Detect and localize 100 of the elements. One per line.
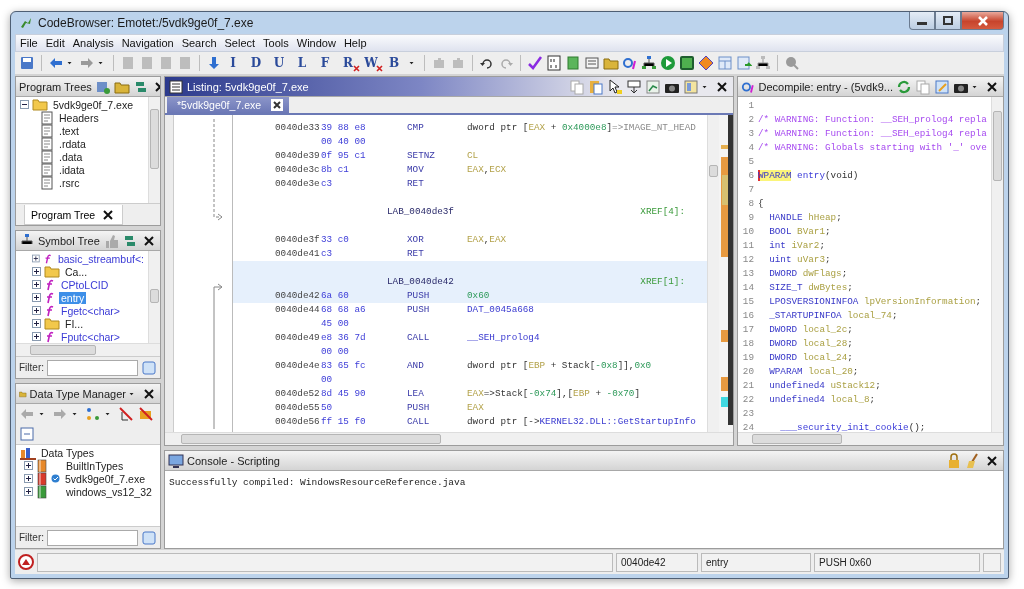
scrollbar[interactable] (148, 251, 160, 343)
filter-options-icon[interactable] (141, 529, 157, 546)
xref-text: XREF[4]: (640, 205, 685, 219)
close-button[interactable] (961, 12, 1004, 30)
tree-item[interactable]: .idata (57, 163, 87, 176)
monitor-icon[interactable] (168, 452, 184, 469)
document-icon (40, 149, 54, 164)
minimize-button[interactable] (909, 12, 935, 30)
menu-item[interactable]: Search (177, 37, 221, 49)
refresh-icon[interactable] (896, 78, 912, 95)
toolbar-letter-button[interactable]: U (271, 54, 291, 72)
tree-item[interactable]: 5vdk9ge0f_7.exe (63, 472, 147, 485)
line-number: 15 (741, 295, 755, 309)
scrollbar[interactable] (738, 432, 1003, 445)
menu-item[interactable]: Navigation (117, 37, 178, 49)
menu-item[interactable]: Window (292, 37, 340, 49)
filter-off-icon[interactable] (138, 406, 154, 422)
code-line: ___security_init_cookie(); (779, 421, 926, 435)
filter-field[interactable] (47, 529, 138, 546)
checkmark-icon[interactable] (527, 55, 543, 71)
tree-icon[interactable] (755, 55, 771, 71)
tree-item[interactable]: Ca... (63, 265, 90, 278)
code-line: undefined4 uStack12; (768, 379, 881, 393)
tree-item[interactable]: Data Types (39, 446, 96, 459)
menu-item[interactable]: Edit (41, 37, 69, 49)
scrollbar[interactable] (16, 343, 160, 356)
menu-item[interactable]: File (16, 37, 42, 49)
expand-icon[interactable] (24, 461, 33, 470)
expand-icon[interactable] (32, 293, 41, 302)
scrollbar[interactable] (991, 97, 1003, 432)
address-text: 0040de55 (275, 401, 321, 415)
toolbar-letter-button[interactable]: R (340, 54, 360, 72)
tree-item[interactable]: BuiltInTypes (64, 459, 126, 472)
maximize-button[interactable] (935, 12, 961, 30)
tree-item[interactable]: basic_streambuf<: (55, 252, 146, 265)
folder-icon[interactable] (603, 55, 619, 71)
tab[interactable]: Program Tree (24, 205, 124, 225)
tree-item[interactable]: Headers (57, 111, 101, 124)
graph-icon[interactable] (645, 78, 661, 95)
code-line: undefined4 local_8; (768, 393, 876, 407)
save-icon[interactable] (19, 55, 35, 71)
function-graph-icon[interactable] (622, 55, 638, 71)
play-icon[interactable] (660, 55, 676, 71)
tree-item[interactable]: .text (57, 124, 81, 137)
menu-item[interactable]: Analysis (68, 37, 118, 49)
tree-item[interactable]: Fputc<char> (59, 330, 122, 343)
document-icon[interactable] (565, 55, 581, 71)
operands-text: EAX,ECX (467, 163, 508, 177)
menu-item[interactable]: Help (339, 37, 371, 49)
listing-icon[interactable] (168, 78, 184, 95)
tree-icon[interactable] (641, 55, 657, 71)
operands-text: dword ptr [EBP + Stack[-0x8]],0x0 (467, 359, 653, 373)
address-text: 0040de42 (275, 289, 321, 303)
menu-item[interactable]: Tools (259, 37, 293, 49)
diamond-icon[interactable] (698, 55, 714, 71)
expand-icon[interactable] (32, 254, 40, 263)
mnemonic-text: MOV (407, 163, 425, 177)
toolbar-letter-button[interactable]: L (294, 54, 314, 72)
expand-icon[interactable] (24, 474, 33, 483)
field-icon[interactable] (626, 78, 642, 95)
menu-item[interactable]: Select (220, 37, 260, 49)
operands-text: 0x60 (467, 289, 491, 303)
toolbar-letter-button[interactable]: W (363, 54, 383, 72)
status-address: 0040de42 (616, 552, 698, 572)
tree-item[interactable]: .data (57, 150, 85, 163)
lock-icon[interactable] (946, 452, 962, 469)
toolbar-letter-button[interactable]: I (225, 54, 245, 72)
broom-icon[interactable] (965, 452, 981, 469)
expand-icon[interactable] (32, 280, 41, 289)
collapse-icon[interactable] (20, 100, 29, 109)
panel-title: Program Trees (19, 80, 92, 93)
tree-item[interactable]: .rsrc (57, 176, 82, 189)
filter-off-icon[interactable] (118, 406, 134, 422)
tree-item[interactable]: 5vdk9ge0f_7.exe (51, 98, 135, 111)
thumbs-up-icon[interactable] (103, 232, 119, 249)
binary-icon[interactable] (546, 55, 562, 71)
folder-icon (44, 265, 60, 278)
scrollbar[interactable] (148, 97, 160, 203)
toolbar-letter-button[interactable]: B (386, 54, 406, 72)
list-icon[interactable] (584, 55, 600, 71)
tree-item[interactable]: CPtoLCID (59, 278, 111, 291)
expand-icon[interactable] (32, 306, 41, 315)
expand-icon[interactable] (32, 319, 41, 328)
file-tab[interactable]: *5vdk9ge0f_7.exe (167, 97, 290, 113)
scrollbar[interactable] (165, 432, 733, 445)
filter-options-icon[interactable] (141, 359, 157, 376)
expand-icon[interactable] (32, 267, 41, 276)
tree-item[interactable]: .rdata (57, 137, 88, 150)
toolbar-letter-button[interactable]: F (317, 54, 337, 72)
tree-item[interactable]: Fgetc<char> (59, 304, 122, 317)
toolbar-letter-button[interactable]: D (248, 54, 268, 72)
filter-field[interactable] (47, 359, 138, 376)
tree-item[interactable]: FI... (63, 317, 86, 330)
cursor-icon[interactable] (607, 78, 623, 95)
terminal-icon[interactable] (679, 55, 695, 71)
expand-icon[interactable] (32, 332, 41, 341)
tree-item[interactable]: windows_vs12_32 (64, 485, 154, 498)
scrollbar[interactable] (707, 115, 719, 432)
expand-icon[interactable] (24, 487, 33, 496)
code-line: SIZE_T dwBytes; (768, 281, 853, 295)
